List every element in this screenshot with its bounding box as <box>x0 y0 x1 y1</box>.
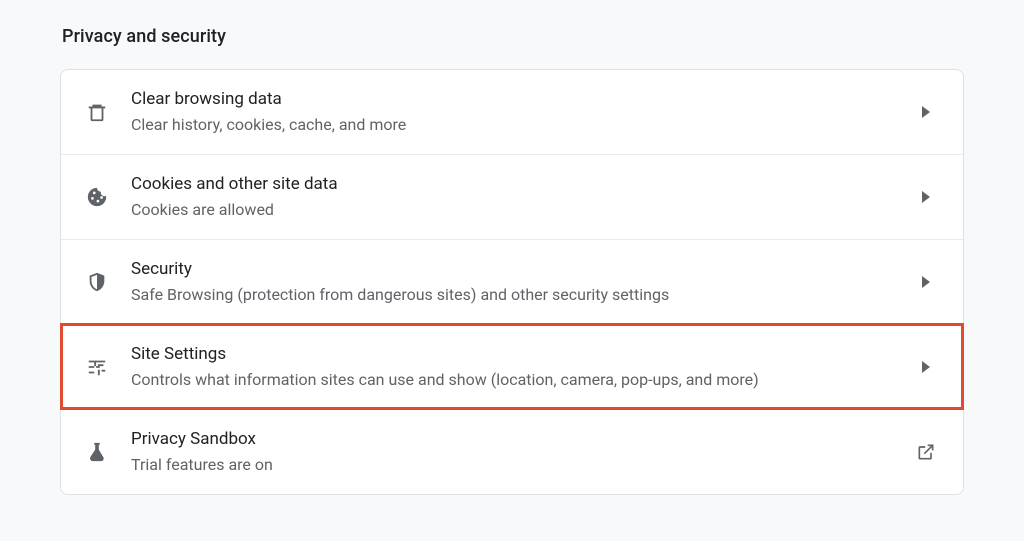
row-texts: Site Settings Controls what information … <box>131 343 899 391</box>
row-texts: Privacy Sandbox Trial features are on <box>131 428 899 476</box>
row-desc: Cookies are allowed <box>131 199 899 221</box>
tune-icon <box>85 355 109 379</box>
trash-icon <box>85 100 109 124</box>
flask-icon <box>85 440 109 464</box>
settings-card: Clear browsing data Clear history, cooki… <box>60 69 964 495</box>
row-security[interactable]: Security Safe Browsing (protection from … <box>61 239 963 324</box>
row-clear-browsing-data[interactable]: Clear browsing data Clear history, cooki… <box>61 70 963 154</box>
shield-icon <box>85 270 109 294</box>
row-title: Security <box>131 258 899 280</box>
row-desc: Safe Browsing (protection from dangerous… <box>131 284 899 306</box>
row-cookies[interactable]: Cookies and other site data Cookies are … <box>61 154 963 239</box>
row-texts: Security Safe Browsing (protection from … <box>131 258 899 306</box>
row-title: Cookies and other site data <box>131 173 899 195</box>
external-link-icon <box>915 441 937 463</box>
row-texts: Clear browsing data Clear history, cooki… <box>131 88 899 136</box>
cookie-icon <box>85 185 109 209</box>
row-desc: Clear history, cookies, cache, and more <box>131 114 899 136</box>
privacy-security-wrap: Privacy and security Clear browsing data… <box>0 0 1024 525</box>
row-privacy-sandbox[interactable]: Privacy Sandbox Trial features are on <box>61 409 963 494</box>
row-site-settings[interactable]: Site Settings Controls what information … <box>61 324 963 409</box>
chevron-right-icon <box>915 101 937 123</box>
row-title: Clear browsing data <box>131 88 899 110</box>
row-title: Site Settings <box>131 343 899 365</box>
row-title: Privacy Sandbox <box>131 428 899 450</box>
row-texts: Cookies and other site data Cookies are … <box>131 173 899 221</box>
chevron-right-icon <box>915 356 937 378</box>
row-desc: Trial features are on <box>131 454 899 476</box>
chevron-right-icon <box>915 271 937 293</box>
section-title: Privacy and security <box>62 26 964 47</box>
row-desc: Controls what information sites can use … <box>131 369 899 391</box>
chevron-right-icon <box>915 186 937 208</box>
